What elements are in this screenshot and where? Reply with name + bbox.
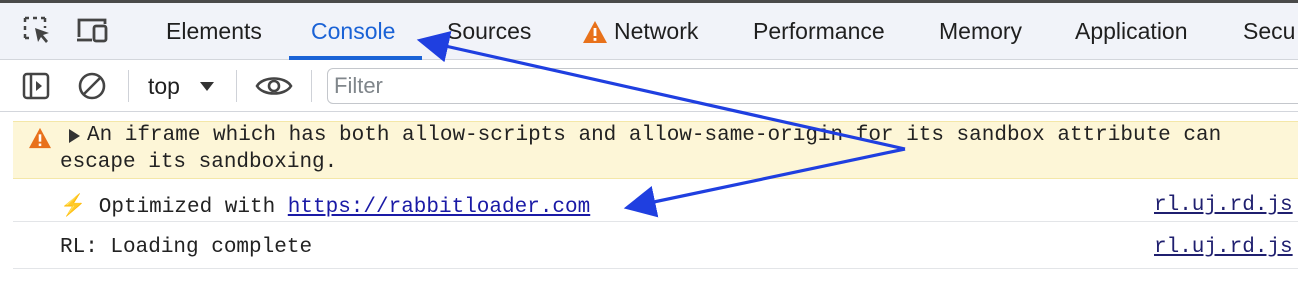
tab-label: Console	[311, 18, 396, 44]
toolbar-divider	[128, 70, 129, 102]
tab-network[interactable]: Network	[582, 3, 698, 60]
source-file-link[interactable]: rl.uj.rd.js	[1154, 236, 1293, 259]
expand-triangle-icon[interactable]	[69, 129, 80, 143]
tab-memory[interactable]: Memory	[939, 3, 1022, 60]
tab-performance[interactable]: Performance	[753, 3, 885, 60]
tab-label: Elements	[166, 18, 262, 44]
context-selector[interactable]: top	[148, 70, 214, 102]
warning-text-line-2: escape its sandboxing.	[60, 151, 338, 174]
clear-console-icon[interactable]	[76, 70, 108, 102]
tab-label: Application	[1075, 18, 1188, 44]
source-file-link[interactable]: rl.uj.rd.js	[1154, 194, 1293, 217]
sidebar-toggle-icon[interactable]	[20, 70, 52, 102]
tab-label: Memory	[939, 18, 1023, 44]
console-toolbar: top	[0, 60, 1298, 112]
live-expression-eye-icon[interactable]	[253, 70, 295, 102]
tab-label: Network	[614, 18, 699, 44]
inspect-element-icon[interactable]	[20, 13, 54, 47]
tab-label: Performance	[753, 18, 885, 44]
warning-icon	[582, 20, 608, 44]
filter-input[interactable]	[327, 68, 1298, 104]
tab-elements[interactable]: Elements	[166, 3, 262, 60]
log-message-text: RL: Loading complete	[60, 236, 313, 259]
tab-security[interactable]: Secu	[1243, 3, 1295, 60]
warning-text-line-1: An iframe which has both allow-scripts a…	[87, 124, 1222, 147]
tab-sources[interactable]: Sources	[447, 3, 531, 60]
toolbar-divider	[236, 70, 237, 102]
dropdown-arrow-icon	[199, 81, 214, 91]
log-message-text: ⚡ Optimized with https://rabbitloader.co…	[60, 194, 590, 219]
warning-icon	[28, 127, 52, 154]
device-toolbar-icon[interactable]	[74, 13, 112, 47]
toolbar-divider	[311, 70, 312, 102]
devtools-tab-bar: Elements Console Sources Network Perform…	[0, 0, 1298, 60]
log-message-prefix: ⚡ Optimized with	[60, 196, 288, 219]
tab-label: Secu	[1243, 18, 1296, 44]
tab-application[interactable]: Application	[1075, 3, 1188, 60]
rabbitloader-link[interactable]: https://rabbitloader.com	[288, 196, 590, 219]
tab-console[interactable]: Console	[311, 3, 395, 60]
context-label: top	[148, 72, 180, 99]
tab-label: Sources	[447, 18, 532, 44]
